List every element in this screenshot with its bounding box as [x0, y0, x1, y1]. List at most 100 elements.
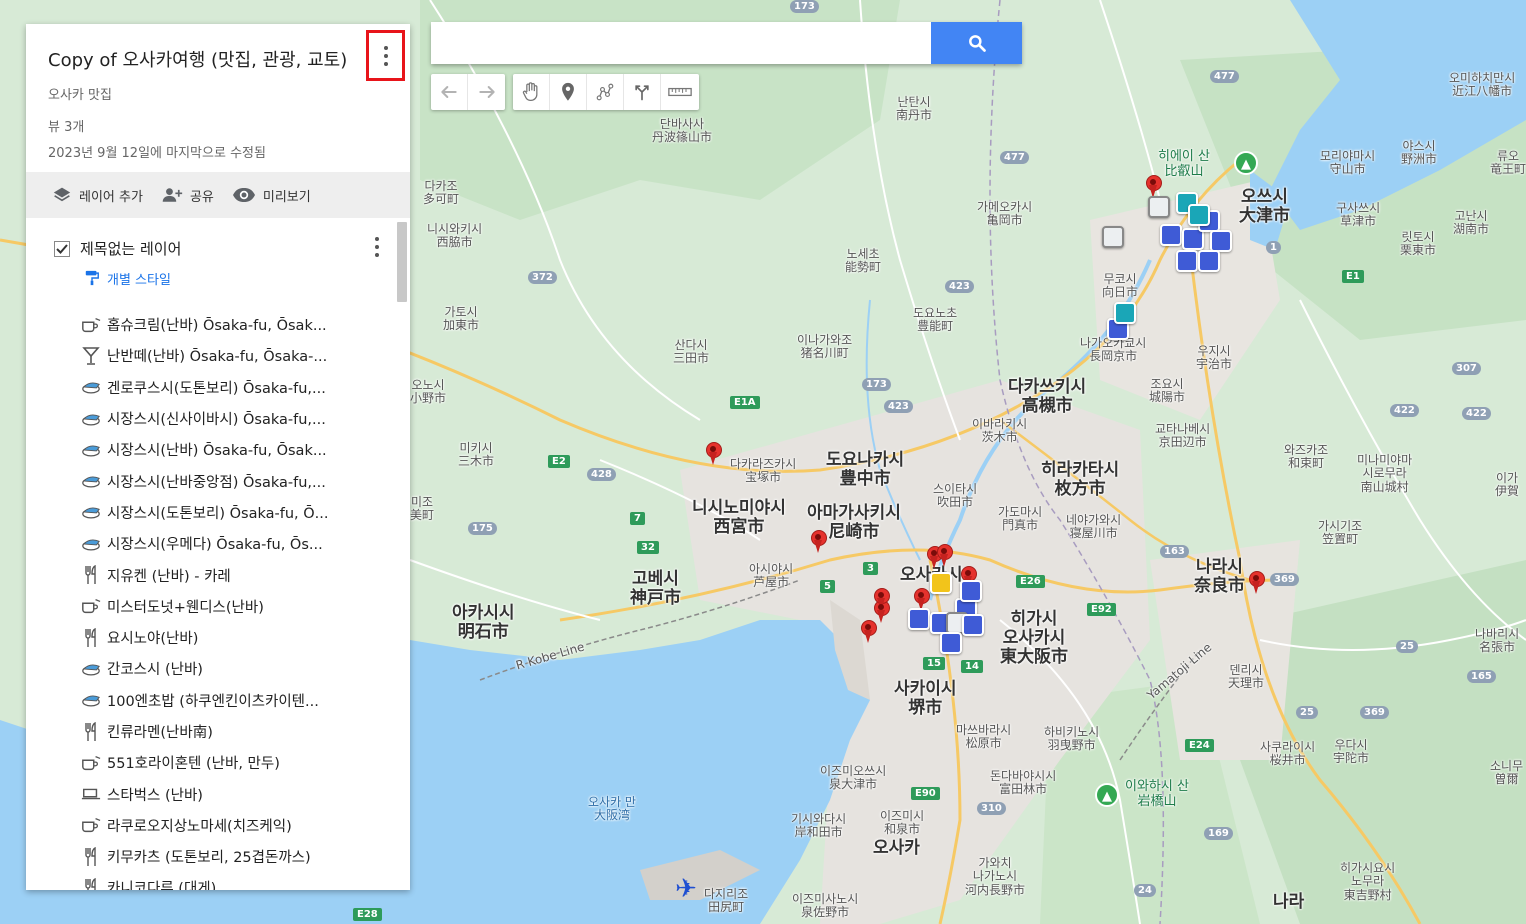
mountain-park-icon[interactable]: ▲ [1234, 151, 1258, 175]
sushi-icon [80, 439, 102, 461]
sidebar-scrollbar[interactable] [397, 222, 407, 302]
list-item[interactable]: 시장스시(신사이바시) Ōsaka-fu,... [26, 403, 410, 434]
draw-line-button[interactable] [587, 74, 624, 110]
directions-icon [635, 85, 649, 101]
poi-marker[interactable] [1102, 226, 1124, 248]
road-shield: 173 [862, 378, 891, 391]
undo-icon [441, 86, 457, 98]
layers-icon [53, 187, 71, 202]
poi-marker[interactable] [1210, 230, 1232, 252]
edit-tools [513, 74, 699, 110]
individual-style-label: 개별 스타일 [107, 272, 171, 288]
road-shield: 25 [1396, 640, 1418, 653]
list-item[interactable]: 시장스시(우메다) Ōsaka-fu, Ōs... [26, 528, 410, 559]
last-modified: 2023년 9월 12일에 마지막으로 수정됨 [48, 146, 266, 161]
map-toolbar [431, 74, 699, 110]
road-shield: 14 [961, 660, 983, 673]
add-layer-button[interactable]: 레이어 추가 [52, 186, 143, 205]
cocktail-icon [80, 345, 102, 367]
list-item[interactable]: 카니코다루 (대게) [26, 872, 410, 890]
fork-knife-icon [80, 721, 102, 743]
road-shield: 477 [1210, 70, 1239, 83]
pan-tool-button[interactable] [513, 74, 550, 110]
list-item[interactable]: 간코스시 (난바) [26, 653, 410, 684]
list-item[interactable]: 지유켄 (난바) - 카레 [26, 559, 410, 590]
layer-name[interactable]: 제목없는 레이어 [80, 238, 181, 259]
place-marker[interactable] [810, 530, 827, 554]
list-item[interactable]: 미스터도넛+웬디스(난바) [26, 591, 410, 622]
measure-button[interactable] [661, 74, 699, 110]
preview-button[interactable]: 미리보기 [232, 186, 311, 205]
sushi-icon [80, 533, 102, 555]
road-shield: 163 [1160, 545, 1189, 558]
search-icon [968, 35, 986, 52]
search-button[interactable] [931, 22, 1022, 64]
sushi-icon [80, 470, 102, 492]
redo-button[interactable] [468, 74, 505, 110]
place-marker[interactable] [705, 442, 722, 466]
list-item[interactable]: 홉슈크림(난바) Ōsaka-fu, Ōsak... [26, 309, 410, 340]
road-shield: 169 [1204, 827, 1233, 840]
list-item[interactable]: 라쿠로오지상노마세(치즈케익) [26, 810, 410, 841]
list-item[interactable]: 551호라이혼텐 (난바, 만두) [26, 747, 410, 778]
road-shield: 175 [468, 522, 497, 535]
road-shield: 310 [977, 802, 1006, 815]
list-item[interactable]: 시장스시(난바) Ōsaka-fu, Ōsak... [26, 434, 410, 465]
cafe-icon [80, 783, 102, 805]
directions-button[interactable] [624, 74, 661, 110]
list-item[interactable]: 겐로쿠스시(도톤보리) Ōsaka-fu,... [26, 372, 410, 403]
individual-style-link[interactable]: 개별 스타일 [26, 266, 410, 290]
poi-marker[interactable] [930, 572, 952, 594]
view-count: 뷰 3개 [48, 120, 85, 135]
poi-marker[interactable] [1160, 224, 1182, 246]
road-shield: 369 [1360, 706, 1389, 719]
coffee-cup-icon [80, 595, 102, 617]
place-marker[interactable] [1248, 571, 1265, 595]
poi-marker[interactable] [1188, 204, 1210, 226]
road-shield: 165 [1467, 670, 1496, 683]
ruler-icon [668, 87, 692, 97]
eye-icon [232, 188, 255, 202]
list-item[interactable]: 스타벅스 (난바) [26, 778, 410, 809]
poi-marker[interactable] [908, 608, 930, 630]
road-shield: 369 [1270, 573, 1299, 586]
layer-section: 제목없는 레이어 개별 스타일 홉슈크림(난바) Ōsaka-fu, Ōsak.… [26, 218, 410, 890]
list-item[interactable]: 키무카츠 (도톤보리, 25겹돈까스) [26, 841, 410, 872]
search-bar [431, 22, 1022, 64]
road-shield: 423 [884, 400, 913, 413]
sushi-icon [80, 376, 102, 398]
poi-marker[interactable] [1148, 196, 1170, 218]
add-marker-button[interactable] [550, 74, 587, 110]
list-item[interactable]: 킨류라멘(난바南) [26, 716, 410, 747]
airport-icon[interactable]: ✈ [675, 876, 697, 902]
list-item[interactable]: 시장스시(도톤보리) Ōsaka-fu, Ō... [26, 497, 410, 528]
poi-marker[interactable] [962, 614, 984, 636]
poi-marker[interactable] [1198, 250, 1220, 272]
place-marker[interactable] [936, 544, 953, 568]
poi-marker[interactable] [940, 632, 962, 654]
road-shield: 422 [1390, 404, 1419, 417]
place-list: 홉슈크림(난바) Ōsaka-fu, Ōsak... 난반떼(난바) Ōsaka… [26, 309, 410, 890]
poi-marker[interactable] [1114, 302, 1136, 324]
poi-marker[interactable] [960, 580, 982, 602]
layer-visibility-checkbox[interactable] [54, 240, 70, 257]
undo-button[interactable] [431, 74, 468, 110]
add-layer-label: 레이어 추가 [79, 189, 143, 205]
preview-label: 미리보기 [262, 189, 311, 205]
coffee-cup-icon [80, 314, 102, 336]
list-item[interactable]: 100엔초밥 (하쿠엔킨이츠카이텐... [26, 685, 410, 716]
mountain-park-icon[interactable]: ▲ [1095, 783, 1119, 807]
layer-options-menu-button[interactable] [372, 236, 382, 258]
more-vert-icon [383, 45, 388, 66]
list-item[interactable]: 시장스시(난바중앙점) Ōsaka-fu,... [26, 465, 410, 496]
share-button[interactable]: 공유 [161, 186, 214, 205]
fork-knife-icon [80, 846, 102, 868]
map-description[interactable]: 오사카 맛집 [48, 84, 388, 103]
poi-marker[interactable] [1176, 250, 1198, 272]
list-item[interactable]: 난반떼(난바) Ōsaka-fu, Ōsaka-... [26, 340, 410, 371]
list-item[interactable]: 요시노야(난바) [26, 622, 410, 653]
road-shield: 7 [630, 512, 645, 525]
search-input[interactable] [431, 22, 931, 64]
map-options-menu-button[interactable] [366, 30, 405, 81]
map-title[interactable]: Copy of 오사카여행 (맛집, 관광, 교토) [48, 46, 388, 72]
